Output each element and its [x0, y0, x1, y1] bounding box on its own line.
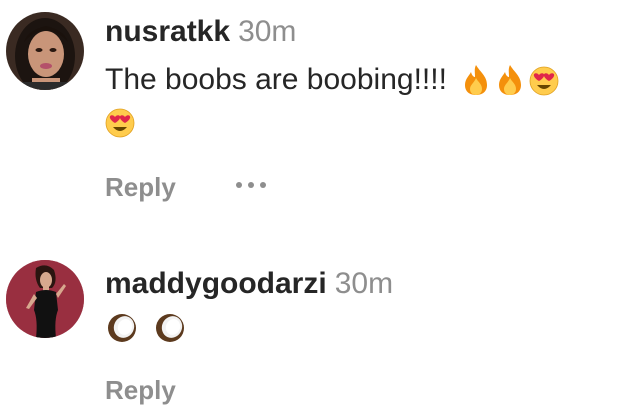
- comment-text: The boobs are boobing!!!!: [105, 63, 447, 96]
- comment-text-line: [105, 104, 139, 140]
- comment-header: maddygoodarzi 30m: [105, 266, 393, 302]
- reply-button[interactable]: Reply: [105, 374, 176, 406]
- avatar-photo: [6, 12, 84, 90]
- comment-header: nusratkk 30m: [105, 14, 296, 50]
- fire-emoji-icon: [495, 64, 525, 96]
- more-options-icon[interactable]: [232, 176, 272, 196]
- timestamp: 30m: [238, 15, 297, 48]
- comment-text-line: [105, 310, 191, 346]
- avatar[interactable]: [6, 12, 84, 90]
- fire-emoji-icon: [461, 64, 491, 96]
- comment-item: maddygoodarzi 30m Reply: [0, 250, 634, 415]
- coconut-emoji-icon: [153, 312, 187, 344]
- timestamp: 30m: [334, 267, 394, 300]
- comment-item: nusratkk 30m The boobs are boobing!!!! Re…: [0, 0, 634, 215]
- comment-text-line: The boobs are boobing!!!!: [105, 62, 563, 98]
- username[interactable]: nusratkk: [105, 15, 230, 48]
- avatar[interactable]: [6, 260, 84, 338]
- reply-button[interactable]: Reply: [105, 171, 176, 203]
- avatar-photo: [6, 260, 84, 338]
- heart-eyes-emoji-icon: [529, 64, 559, 96]
- coconut-emoji-icon: [105, 312, 139, 344]
- heart-eyes-emoji-icon: [105, 106, 135, 138]
- username[interactable]: maddygoodarzi: [105, 267, 327, 300]
